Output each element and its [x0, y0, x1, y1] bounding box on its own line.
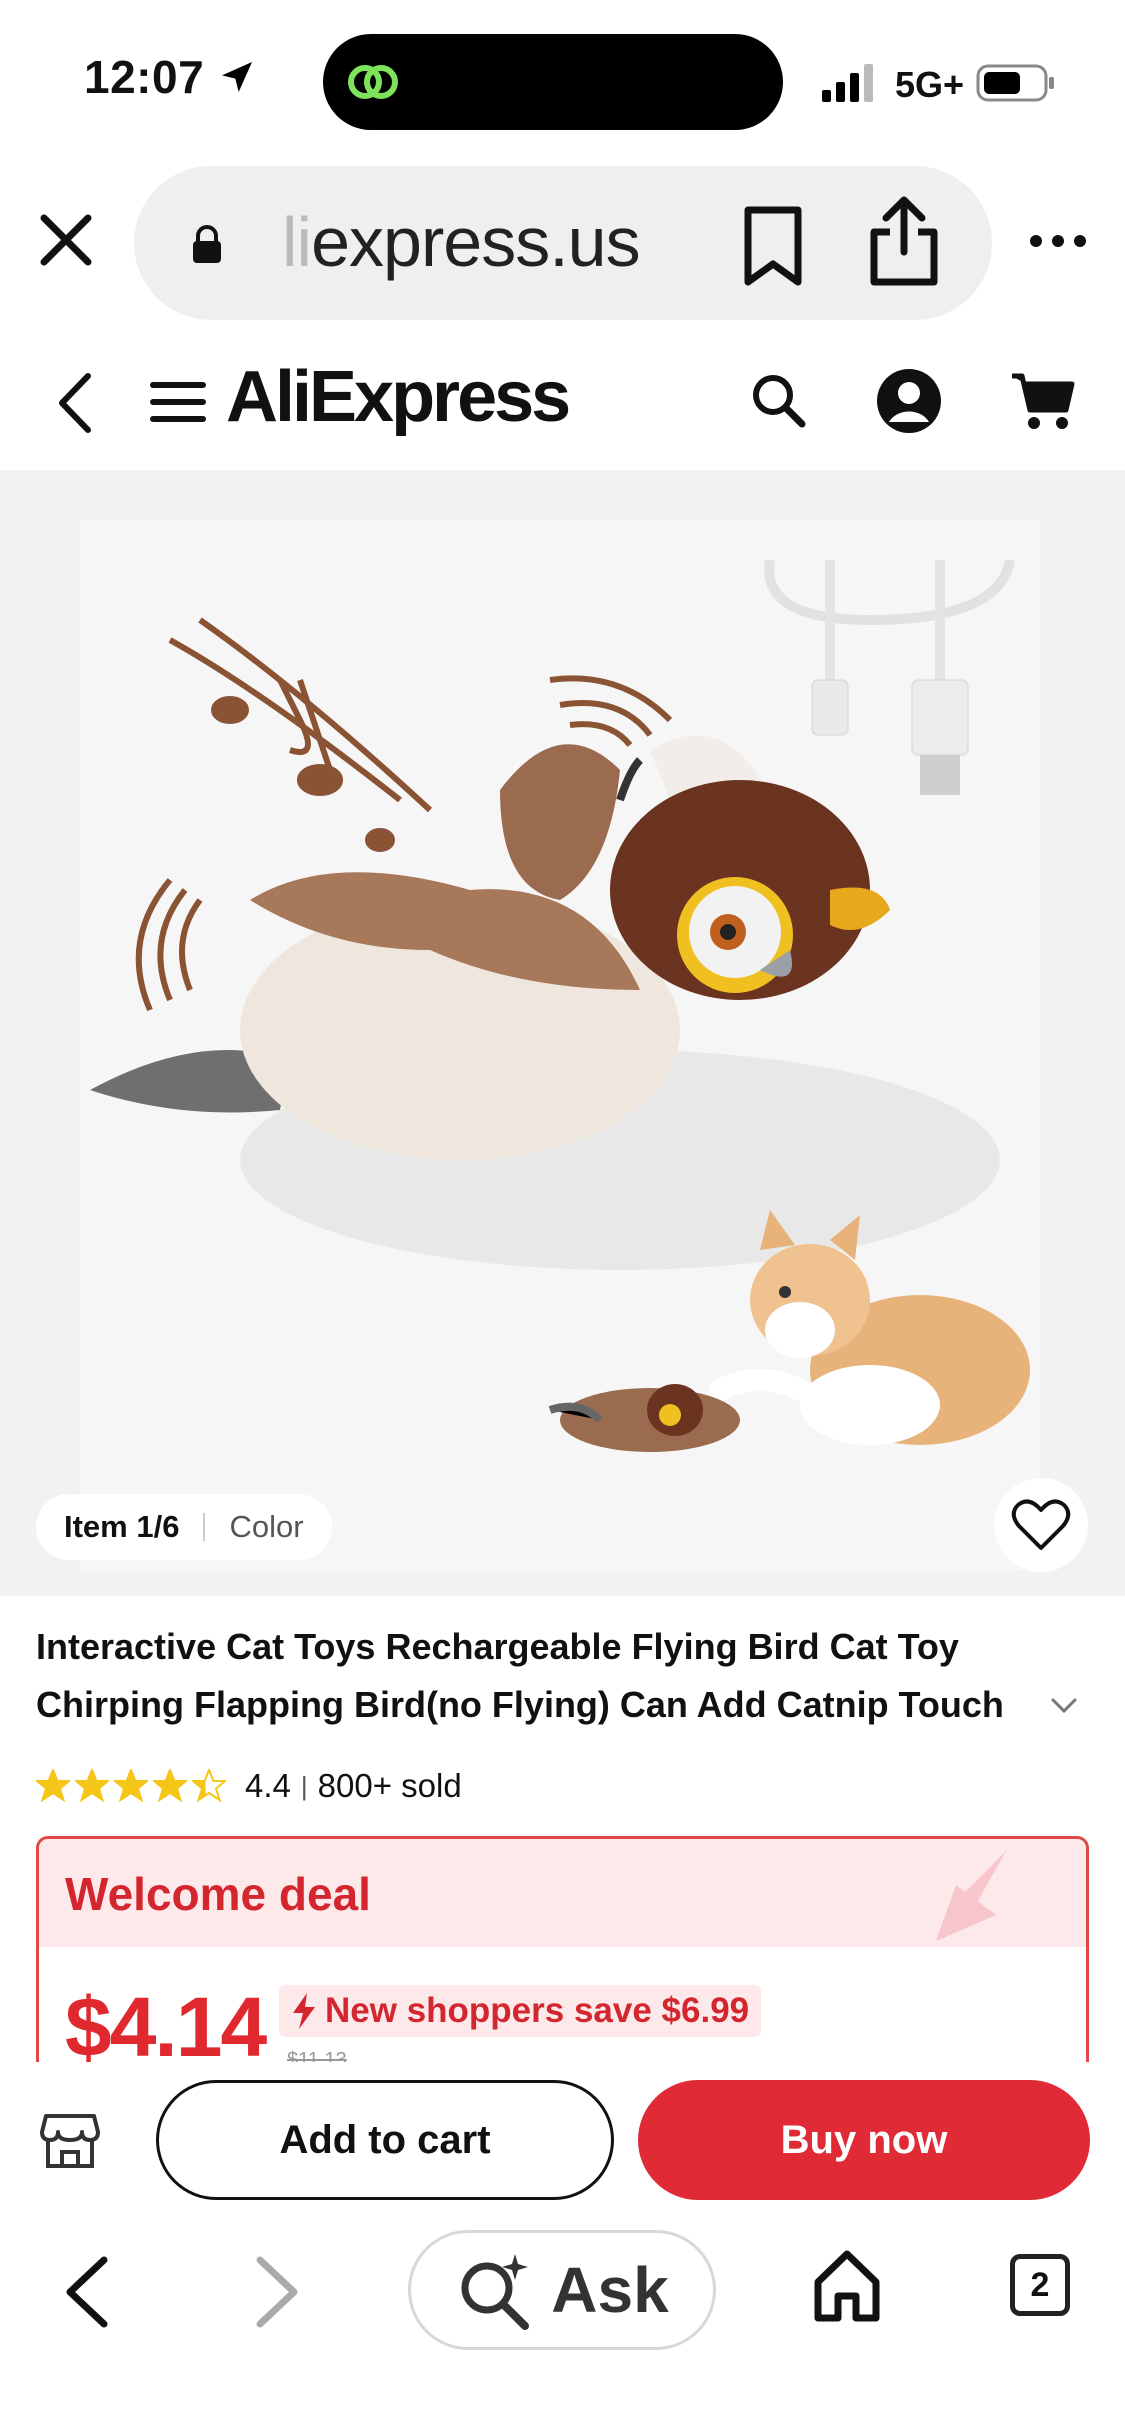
star-icon [75, 1769, 109, 1803]
back-arrow-icon[interactable] [50, 368, 100, 438]
purchase-action-bar: Add to cart Buy now [0, 2062, 1125, 2216]
link-icon [348, 65, 398, 99]
search-icon[interactable] [748, 370, 808, 430]
network-type: 5G+ [895, 64, 965, 105]
variant-label: Color [229, 1509, 304, 1544]
more-options-icon[interactable] [1028, 226, 1088, 256]
product-image-gallery[interactable]: Item 1/6 Color [0, 470, 1125, 1596]
star-icon [36, 1769, 70, 1803]
status-time: 12:07 [84, 50, 257, 104]
chevron-down-icon[interactable] [1050, 1696, 1078, 1716]
close-icon[interactable] [36, 210, 96, 270]
star-icon [192, 1769, 226, 1803]
hamburger-menu-icon[interactable] [150, 380, 206, 424]
sold-count: 800+ sold [317, 1767, 462, 1804]
site-header: AliExpress [0, 340, 1125, 470]
tabs-button[interactable]: 2 [1010, 2254, 1070, 2316]
ask-label: Ask [551, 2254, 669, 2326]
deal-title: Welcome deal [65, 1868, 371, 1920]
url-text[interactable]: liexpress.us [282, 202, 641, 282]
address-bar[interactable]: liexpress.us [134, 166, 992, 320]
back-icon[interactable] [60, 2252, 112, 2332]
bookmark-icon[interactable] [740, 206, 806, 286]
product-title[interactable]: Interactive Cat Toys Rechargeable Flying… [36, 1618, 1076, 1734]
gallery-position-badge[interactable]: Item 1/6 Color [36, 1494, 332, 1560]
forward-icon[interactable] [252, 2252, 304, 2332]
wishlist-button[interactable] [994, 1478, 1088, 1572]
star-icon [114, 1769, 148, 1803]
share-icon[interactable] [866, 196, 942, 286]
location-arrow-icon [222, 62, 253, 92]
rating-value: 4.4 [245, 1767, 291, 1804]
item-count: Item 1/6 [64, 1509, 180, 1544]
deal-arrow-icon [936, 1851, 1006, 1941]
bolt-icon [293, 1993, 315, 2029]
add-to-cart-button[interactable]: Add to cart [156, 2080, 614, 2200]
dynamic-island [323, 34, 783, 130]
deal-header: Welcome deal [39, 1839, 1086, 1947]
buy-now-button[interactable]: Buy now [638, 2080, 1090, 2200]
cart-icon[interactable] [1010, 370, 1076, 432]
ask-button[interactable]: Ask [408, 2230, 716, 2350]
rating-divider: | [300, 1770, 308, 1801]
battery-icon [976, 64, 1054, 102]
ai-search-icon [461, 2254, 530, 2330]
status-bar: 12:07 5G+ [0, 0, 1125, 160]
account-icon[interactable] [876, 368, 942, 434]
aliexpress-logo[interactable]: AliExpress [226, 356, 571, 438]
heart-icon [1011, 1499, 1071, 1550]
savings-text: New shoppers save $6.99 [325, 1991, 750, 2030]
browser-toolbar: Ask 2 [0, 2216, 1125, 2436]
signal-icon [822, 64, 873, 102]
star-icon [153, 1769, 187, 1803]
rating-stars [36, 1769, 231, 1803]
new-shopper-savings-tag: New shoppers save $6.99 [279, 1985, 762, 2037]
product-image [80, 520, 1040, 1570]
home-icon[interactable] [812, 2248, 882, 2324]
rating-row[interactable]: 4.4 | 800+ sold [36, 1764, 462, 1808]
store-icon[interactable] [40, 2110, 100, 2170]
lock-icon [193, 225, 221, 263]
badge-divider [203, 1513, 206, 1541]
